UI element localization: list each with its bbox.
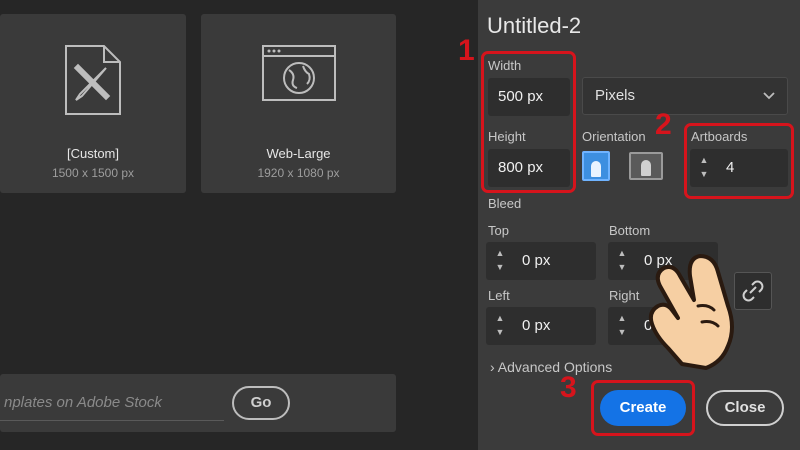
units-value: Pixels [595,87,636,104]
close-button[interactable]: Close [706,390,784,426]
bleed-top-label: Top [488,223,509,238]
bleed-top-field[interactable]: ▲ ▼ 0 px [486,242,596,280]
go-button[interactable]: Go [232,386,290,420]
annotation-box-create [591,380,695,436]
bleed-left-field[interactable]: ▲ ▼ 0 px [486,307,596,345]
portrait-icon [591,161,601,177]
annotation-number-2: 2 [655,108,672,141]
annotation-number-1: 1 [458,34,475,67]
units-select[interactable]: Pixels [582,77,788,115]
preset-card-custom[interactable]: [Custom] 1500 x 1500 px [0,14,186,193]
stock-search-input[interactable]: nplates on Adobe Stock [4,394,162,411]
portrait-orientation-button[interactable] [582,151,610,181]
bleed-left-value: 0 px [522,317,551,334]
document-ruler-pencil-icon [62,44,124,121]
bleed-left-label: Left [488,288,510,303]
annotation-number-3: 3 [560,371,577,404]
bleed-right-label: Right [609,288,640,303]
stepper-arrows-icon[interactable]: ▲ ▼ [614,246,630,276]
bleed-label: Bleed [488,196,522,211]
bleed-bottom-label: Bottom [609,223,651,238]
pointing-hand-icon [638,246,748,375]
chevron-right-icon: › [490,359,495,375]
chevron-down-icon [763,78,775,128]
stepper-arrows-icon[interactable]: ▲ ▼ [614,311,630,341]
advanced-options-toggle[interactable]: › Advanced Options [490,359,612,375]
search-underline [0,420,224,421]
preset-size: 1920 x 1080 px [257,166,340,180]
orientation-label: Orientation [582,129,646,144]
stock-search-bar: nplates on Adobe Stock Go [0,374,396,432]
preset-size: 1500 x 1500 px [51,166,135,180]
preset-card-web-large[interactable]: Web-Large 1920 x 1080 px [201,14,396,193]
preset-area: [Custom] 1500 x 1500 px Web-Large 1920 x… [0,0,478,450]
landscape-icon [641,160,651,176]
stepper-arrows-icon[interactable]: ▲ ▼ [492,311,508,341]
preset-name: Web-Large [266,146,331,161]
bleed-top-value: 0 px [522,252,551,269]
landscape-orientation-button[interactable] [629,152,663,180]
browser-globe-icon [261,44,337,107]
document-title[interactable]: Untitled-2 [487,13,581,39]
annotation-box-size [481,51,576,193]
advanced-options-label: Advanced Options [497,359,613,375]
annotation-box-artboards [684,123,794,199]
stepper-arrows-icon[interactable]: ▲ ▼ [492,246,508,276]
preset-name: [Custom] [66,146,119,161]
